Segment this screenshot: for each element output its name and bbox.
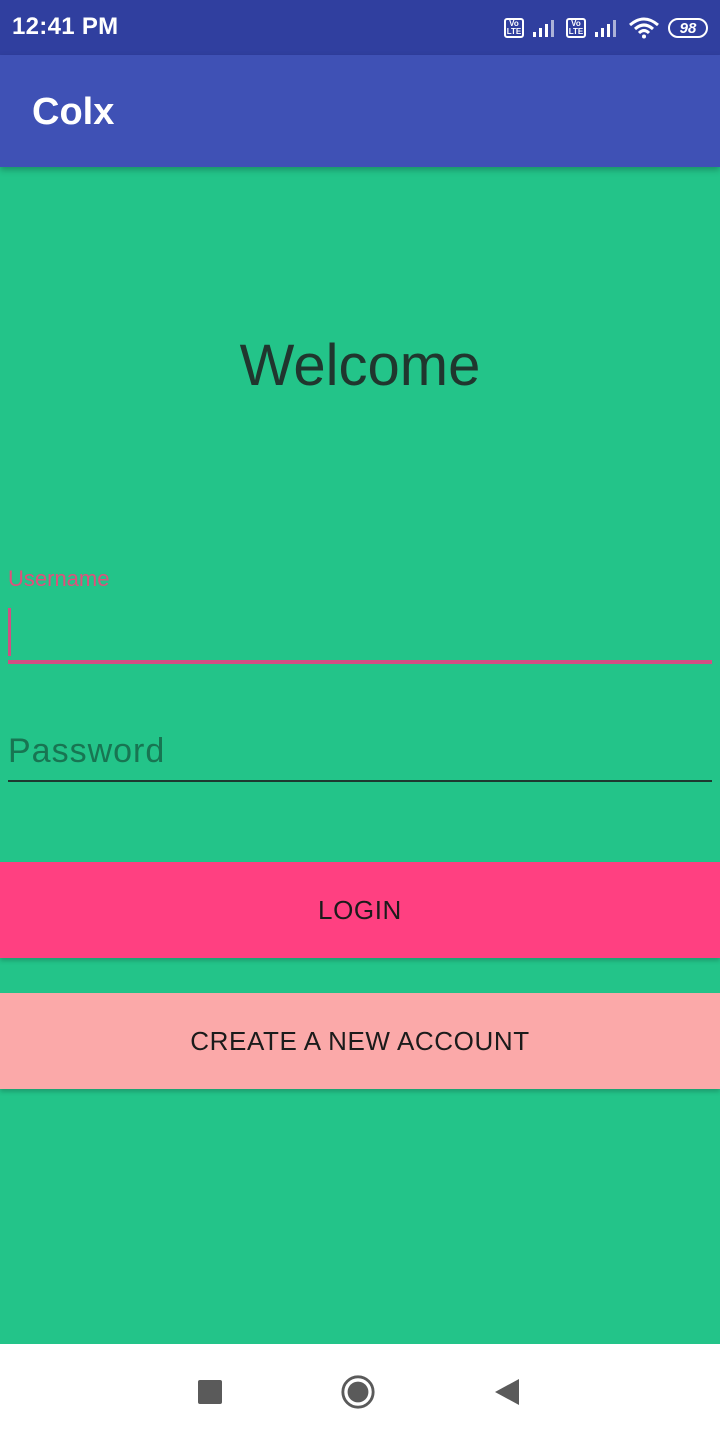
welcome-heading: Welcome [239, 333, 481, 398]
status-icons: Vo LTE Vo LTE 98 [504, 14, 708, 42]
login-screen: 12:41 PM Vo LTE Vo LTE 98 Colx Welcome U… [0, 0, 720, 1440]
status-bar: 12:41 PM Vo LTE Vo LTE 98 [0, 0, 720, 55]
create-account-button[interactable]: CREATE A NEW ACCOUNT [0, 993, 720, 1089]
battery-icon: 98 [668, 18, 708, 38]
volte-icon: Vo LTE [566, 18, 586, 38]
login-button[interactable]: LOGIN [0, 862, 720, 958]
app-title: Colx [32, 91, 115, 133]
recents-icon[interactable] [192, 1374, 228, 1410]
password-input[interactable] [8, 722, 712, 782]
status-time: 12:41 PM [12, 13, 119, 40]
system-nav-bar [0, 1344, 720, 1440]
text-cursor [8, 608, 11, 656]
wifi-icon [629, 17, 659, 39]
username-input[interactable] [8, 606, 712, 664]
app-bar: Colx [0, 55, 720, 167]
back-icon[interactable] [488, 1374, 524, 1410]
signal-icon [533, 20, 554, 37]
signal-icon [595, 20, 616, 37]
home-icon[interactable] [340, 1374, 376, 1410]
username-label: Username [8, 566, 110, 591]
volte-icon: Vo LTE [504, 18, 524, 38]
